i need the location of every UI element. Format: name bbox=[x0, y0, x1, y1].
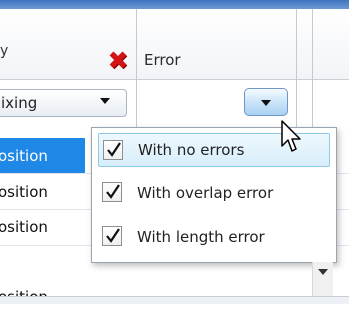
cell-text: osition bbox=[0, 146, 48, 165]
cell-text: osition bbox=[0, 217, 48, 236]
table-row[interactable]: osition bbox=[0, 209, 85, 244]
table-row[interactable]: osition bbox=[0, 138, 85, 173]
chevron-down-icon bbox=[261, 100, 271, 106]
filter-option-label: With no errors bbox=[138, 141, 245, 159]
checkbox[interactable] bbox=[102, 226, 122, 246]
checkmark-icon bbox=[106, 184, 120, 199]
filter-option-label: With length error bbox=[137, 228, 265, 246]
cell-text: osition bbox=[0, 182, 48, 201]
filter-option-overlap-error[interactable]: With overlap error bbox=[98, 176, 330, 210]
checkmark-icon bbox=[107, 142, 121, 157]
checkmark-icon bbox=[106, 228, 120, 243]
title-strip bbox=[0, 0, 349, 9]
checkbox[interactable] bbox=[103, 140, 123, 160]
scroll-down-icon[interactable] bbox=[318, 269, 328, 275]
error-column-header[interactable]: Error bbox=[144, 51, 181, 69]
remove-filter-icon[interactable]: ✖ bbox=[106, 48, 130, 74]
table-row[interactable]: osition bbox=[0, 174, 85, 209]
column-header-label: y bbox=[0, 43, 9, 59]
filter-option-label: With overlap error bbox=[137, 184, 274, 202]
mouse-pointer-icon bbox=[281, 120, 301, 152]
filter-option-length-error[interactable]: With length error bbox=[98, 220, 330, 254]
error-filter-dropdown-button[interactable] bbox=[244, 88, 288, 116]
fixing-combobox[interactable]: ixing bbox=[0, 89, 127, 117]
chevron-down-icon bbox=[100, 98, 110, 104]
checkbox[interactable] bbox=[102, 182, 122, 202]
combobox-value: ixing bbox=[1, 94, 38, 112]
